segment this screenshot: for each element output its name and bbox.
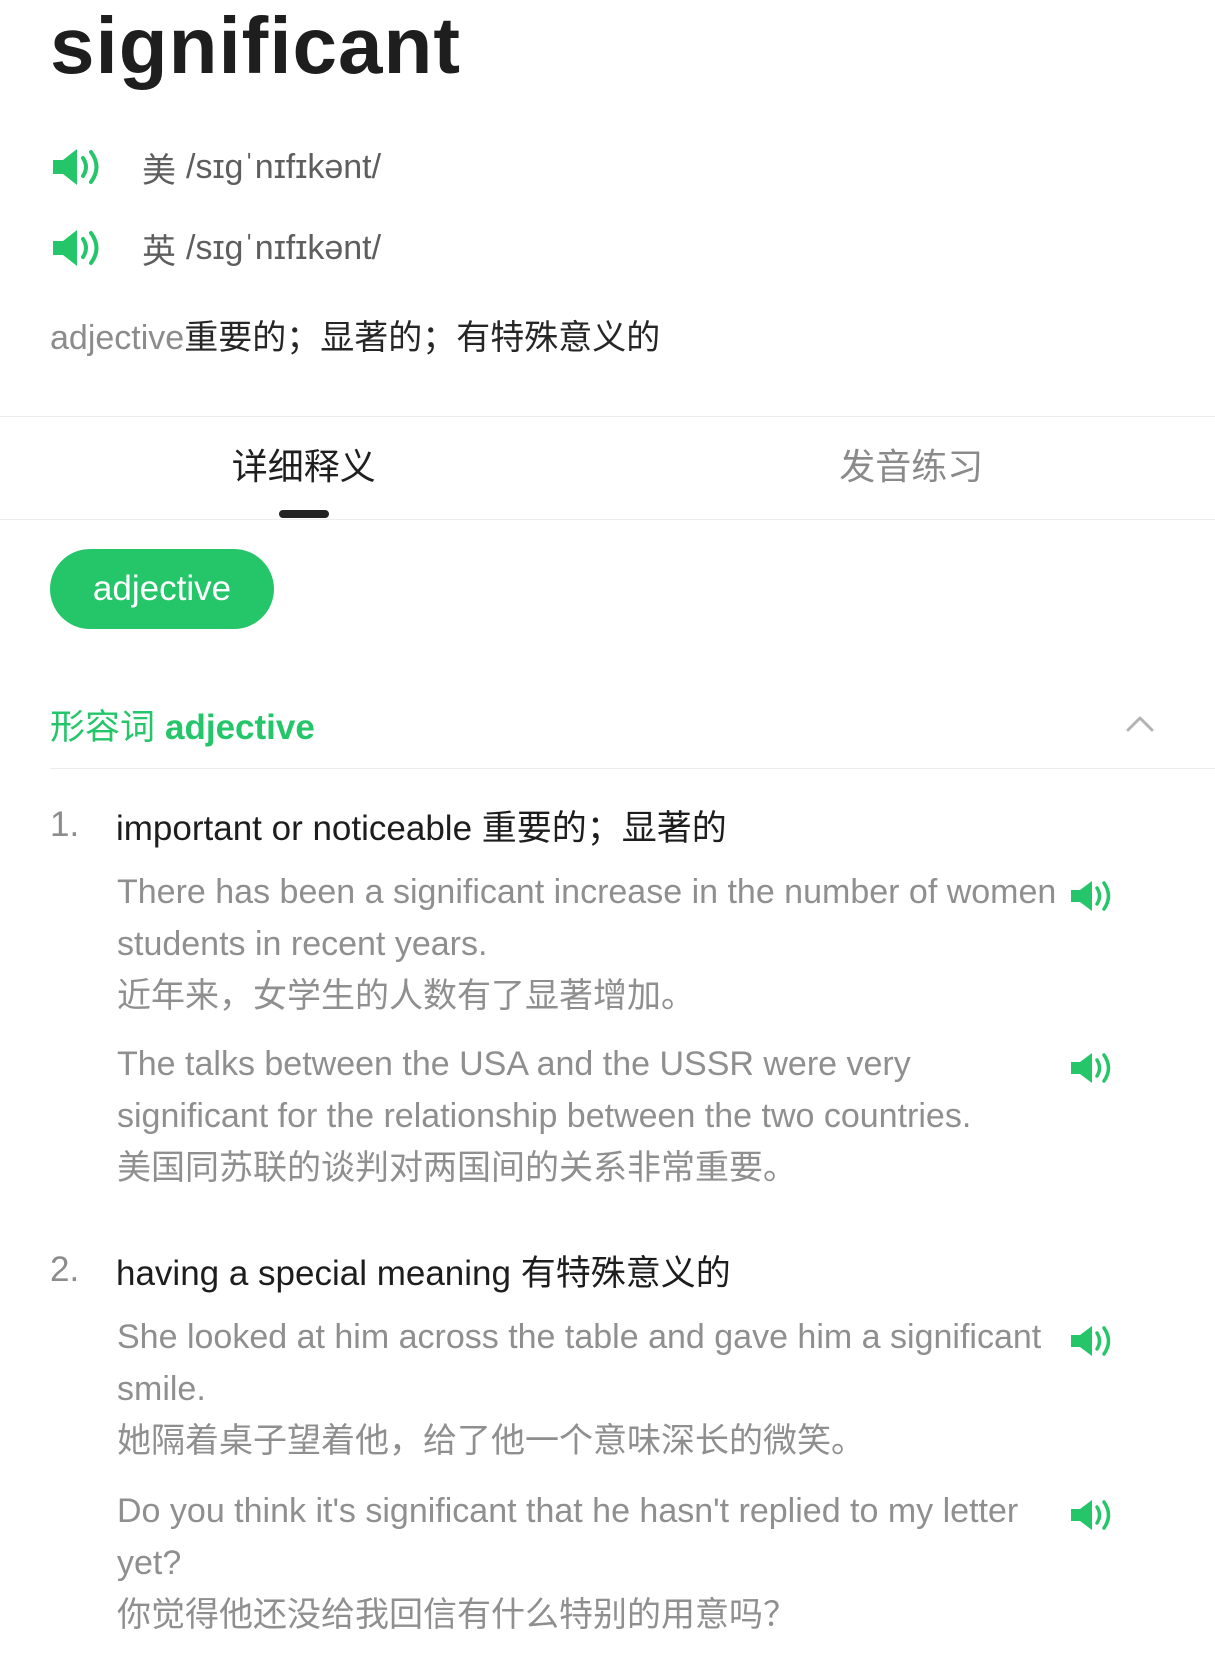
example-sentence: Do you think it's significant that he ha… bbox=[117, 1485, 1117, 1641]
speaker-icon[interactable] bbox=[50, 227, 106, 269]
sense-number: 2. bbox=[50, 1250, 80, 1289]
sense-definition: having a special meaning 有特殊意义的 bbox=[116, 1253, 731, 1293]
headword: significant bbox=[50, 1, 462, 90]
example-text: The talks between the USA and the USSR w… bbox=[117, 1038, 1069, 1194]
section-header-adjective[interactable]: 形容词 adjective bbox=[50, 680, 1215, 769]
example-text: There has been a significant increase in… bbox=[117, 866, 1069, 1022]
section-title-zh: 形容词 bbox=[50, 707, 156, 747]
example-sentence: She looked at him across the table and g… bbox=[117, 1311, 1117, 1467]
sense-header: 2. having a special meaning 有特殊意义的 bbox=[50, 1245, 1215, 1295]
active-tab-indicator bbox=[278, 510, 329, 518]
example-zh: 她隔着桌子望着他，给了他一个意味深长的微笑。 bbox=[117, 1422, 865, 1460]
chevron-up-icon[interactable] bbox=[1120, 704, 1160, 744]
example-sentence: The talks between the USA and the USSR w… bbox=[117, 1038, 1117, 1194]
example-text: Do you think it's significant that he ha… bbox=[117, 1485, 1069, 1641]
speaker-icon[interactable] bbox=[1069, 1323, 1117, 1359]
pron-region: 美 bbox=[142, 151, 176, 190]
speaker-icon[interactable] bbox=[1069, 1050, 1117, 1086]
summary-pos: adjective bbox=[50, 319, 185, 357]
tab-label: 详细释义 bbox=[231, 446, 376, 487]
speaker-icon[interactable] bbox=[1069, 1497, 1117, 1533]
pronunciation-us: 美 /sɪɡˈnɪfɪkənt/ bbox=[50, 145, 1165, 190]
pron-ipa: /sɪɡˈnɪfɪkənt/ bbox=[186, 228, 382, 267]
tab-label: 发音练习 bbox=[839, 446, 984, 487]
speaker-icon[interactable] bbox=[50, 146, 106, 188]
example-en: She looked at him across the table and g… bbox=[117, 1318, 1042, 1408]
sense-header: 1. important or noticeable 重要的；显著的 bbox=[50, 800, 1215, 850]
example-en: Do you think it's significant that he ha… bbox=[117, 1492, 1019, 1582]
sense-item: 2. having a special meaning 有特殊意义的 bbox=[50, 1245, 1215, 1295]
pronunciation-uk: 英 /sɪɡˈnɪfɪkənt/ bbox=[50, 226, 1165, 271]
sense-item: 1. important or noticeable 重要的；显著的 bbox=[50, 800, 1215, 850]
tab-detailed-definition[interactable]: 详细释义 bbox=[0, 417, 608, 519]
example-text: She looked at him across the table and g… bbox=[117, 1311, 1069, 1467]
example-en: There has been a significant increase in… bbox=[117, 873, 1057, 963]
summary-definition: adjective重要的；显著的；有特殊意义的 bbox=[50, 316, 1165, 360]
speaker-icon[interactable] bbox=[1069, 878, 1117, 914]
pron-ipa: /sɪɡˈnɪfɪkənt/ bbox=[186, 147, 382, 186]
example-zh: 美国同苏联的谈判对两国间的关系非常重要。 bbox=[117, 1149, 797, 1187]
summary-meaning: 重要的；显著的；有特殊意义的 bbox=[184, 319, 661, 357]
tab-bar: 详细释义 发音练习 bbox=[0, 416, 1215, 520]
example-zh: 你觉得他还没给我回信有什么特别的用意吗？ bbox=[117, 1596, 797, 1634]
sense-definition: important or noticeable 重要的；显著的 bbox=[116, 808, 727, 848]
sense-number: 1. bbox=[50, 805, 80, 844]
section-title: 形容词 adjective bbox=[50, 699, 315, 750]
tab-pronunciation-practice[interactable]: 发音练习 bbox=[608, 417, 1215, 519]
pron-region: 英 bbox=[142, 232, 176, 271]
word-header: significant 美 /sɪɡˈnɪfɪkənt/ 英 /sɪɡˈnɪfɪ… bbox=[0, 0, 1215, 360]
example-zh: 近年来，女学生的人数有了显著增加。 bbox=[117, 977, 695, 1015]
pos-filter-pill[interactable]: adjective bbox=[50, 549, 274, 629]
section-title-en: adjective bbox=[165, 707, 315, 747]
example-en: The talks between the USA and the USSR w… bbox=[117, 1045, 972, 1135]
example-sentence: There has been a significant increase in… bbox=[117, 866, 1117, 1022]
